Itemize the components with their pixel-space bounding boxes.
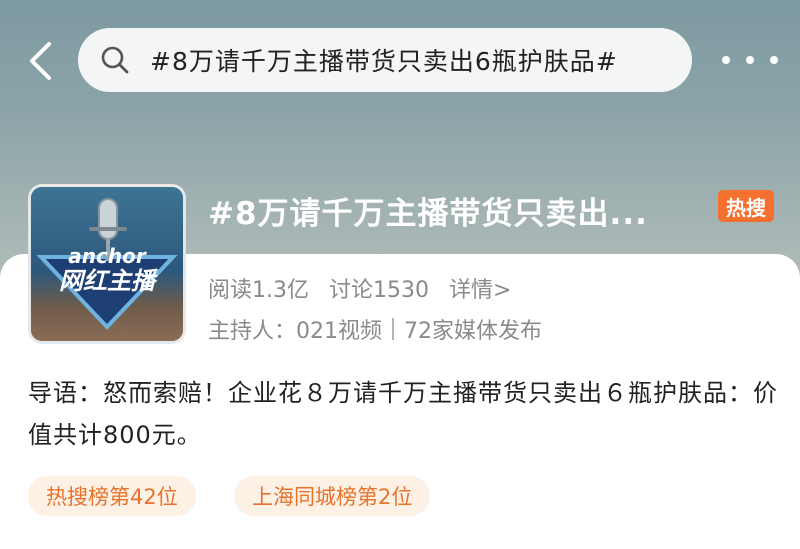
cover-subtext: anchor [68, 244, 147, 268]
details-link[interactable]: 详情> [449, 272, 511, 304]
cover-text: 网红主播 [59, 267, 159, 295]
more-options-button[interactable] [722, 42, 778, 78]
divider [392, 318, 394, 340]
topic-stats: 阅读1.3亿 讨论1530 详情> [208, 272, 511, 304]
topic-cover-image[interactable]: anchor 网红主播 [28, 184, 186, 344]
search-icon [100, 43, 134, 77]
city-rank-tag[interactable]: 上海同城榜第2位 [234, 476, 431, 516]
back-button[interactable] [22, 38, 58, 84]
search-bar[interactable]: #8万请千万主播带货只卖出6瓶护肤品# [78, 28, 692, 92]
discussion-count: 讨论1530 [329, 278, 429, 303]
chevron-left-icon [30, 42, 51, 80]
dot-icon [770, 56, 778, 64]
dot-icon [722, 56, 730, 64]
read-count: 阅读1.3亿 [208, 278, 309, 303]
dot-icon [746, 56, 754, 64]
hot-badge: 热搜 [718, 190, 774, 222]
search-query[interactable]: #8万请千万主播带货只卖出6瓶护肤品# [150, 42, 618, 78]
hot-rank-tag[interactable]: 热搜榜第42位 [28, 476, 196, 516]
topic-intro: 导语：怒而索赔！企业花８万请千万主播带货只卖出６瓶护肤品：价值共计800元。 [28, 379, 778, 449]
topic-title: #8万请千万主播带货只卖出... [208, 196, 648, 232]
media-count[interactable]: 72家媒体发布 [404, 313, 542, 345]
host-info: 主持人：021视频 72家媒体发布 [208, 313, 542, 345]
host-label[interactable]: 主持人：021视频 [208, 313, 382, 345]
